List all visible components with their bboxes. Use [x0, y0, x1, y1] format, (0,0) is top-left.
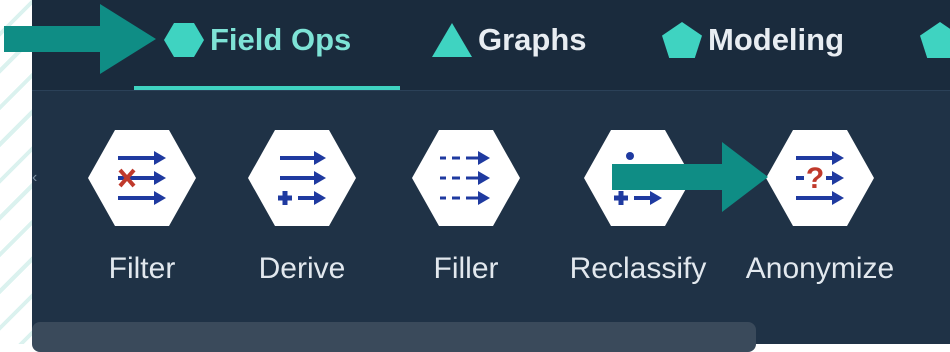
tab-label: Graphs	[478, 22, 587, 57]
tab-next-partial[interactable]	[920, 18, 950, 62]
tab-modeling[interactable]: Modeling	[662, 18, 844, 62]
tab-graphs[interactable]: Graphs	[432, 18, 587, 62]
anonymize-node-icon: ?	[766, 130, 874, 226]
filter-arrows-icon	[118, 151, 166, 205]
pentagon-icon	[662, 22, 702, 58]
derive-arrows-icon	[278, 151, 326, 205]
node-filler[interactable]: Filler	[386, 130, 546, 300]
callout-arrow-icon	[4, 4, 156, 74]
anonymize-arrows-icon: ?	[796, 151, 844, 205]
filler-node-icon	[412, 130, 520, 226]
tab-label: Field Ops	[210, 22, 352, 57]
svg-text:?: ?	[806, 162, 824, 195]
tab-field-ops[interactable]: Field Ops	[164, 18, 351, 62]
node-label: Reclassify	[569, 252, 707, 285]
derive-node-icon	[248, 130, 356, 226]
hexagon-icon	[164, 23, 204, 57]
node-label: Derive	[258, 252, 346, 285]
chevron-left-icon[interactable]: ‹	[32, 168, 42, 188]
triangle-icon	[432, 23, 472, 57]
palette-tab-bar: Field Ops Graphs Modeling	[32, 0, 950, 91]
filler-arrows-icon	[440, 151, 490, 205]
tab-label: Modeling	[708, 22, 845, 57]
node-filter[interactable]: Filter	[62, 130, 222, 300]
callout-arrow-icon	[612, 142, 768, 212]
node-label: Filter	[108, 252, 176, 285]
node-palette: Field Ops Graphs Modeling ‹ Filter Deriv…	[32, 0, 950, 352]
filter-node-icon	[88, 130, 196, 226]
node-label: Anonymize	[745, 252, 895, 285]
pentagon-icon	[920, 22, 950, 58]
horizontal-scrollbar[interactable]	[32, 322, 756, 352]
node-derive[interactable]: Derive	[222, 130, 382, 300]
node-label: Filler	[433, 252, 499, 285]
active-tab-indicator	[134, 86, 400, 90]
